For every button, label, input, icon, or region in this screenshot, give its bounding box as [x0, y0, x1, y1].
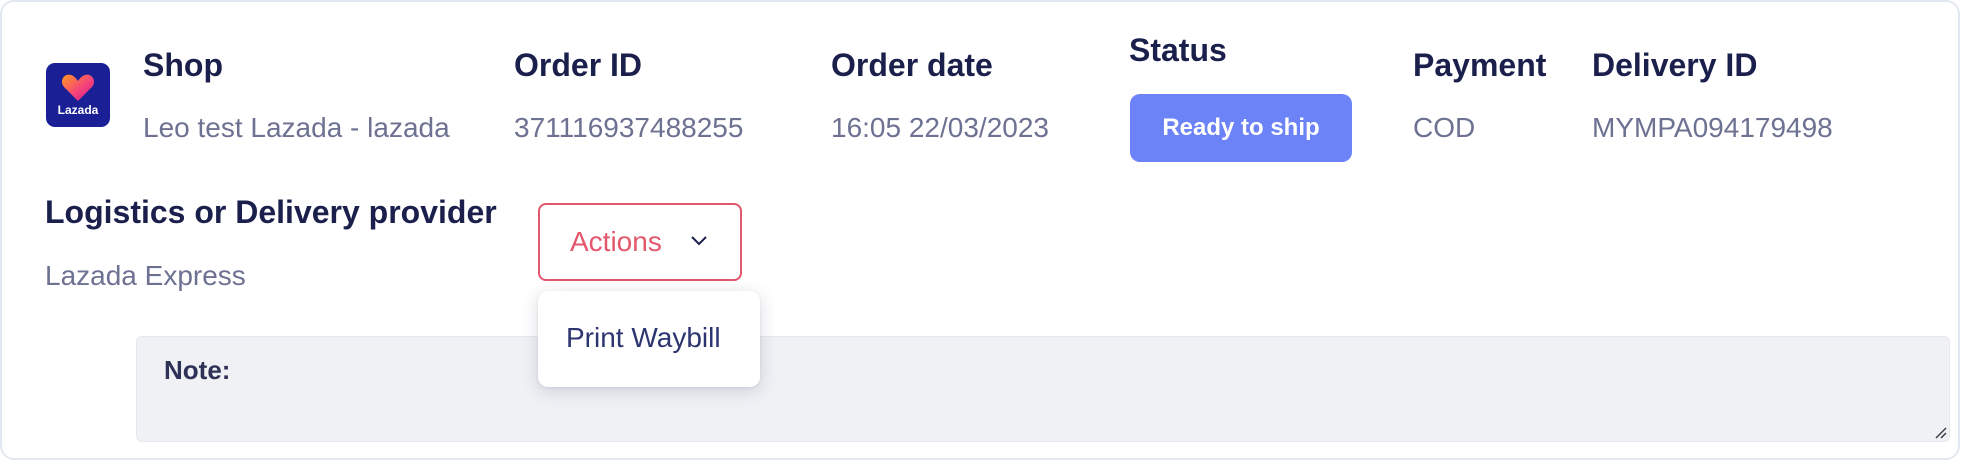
status-badge: Ready to ship	[1130, 94, 1352, 162]
payment-value: COD	[1413, 112, 1476, 143]
logistics-value: Lazada Express	[45, 260, 246, 291]
order-date-value: 16:05 22/03/2023	[831, 112, 1049, 143]
delivery-id-value: MYMPA094179498	[1592, 112, 1833, 143]
note-label: Note:	[164, 355, 231, 385]
menu-item-print-waybill[interactable]: Print Waybill	[566, 322, 721, 354]
order-card: Lazada Shop Leo test Lazada - lazada Ord…	[0, 0, 1960, 460]
actions-dropdown-button[interactable]: Actions	[538, 203, 742, 281]
actions-label: Actions	[570, 226, 662, 257]
note-textarea[interactable]: Note:	[136, 336, 1950, 442]
status-label: Status	[1129, 32, 1227, 68]
shop-label: Shop	[143, 47, 223, 83]
order-id-value: 371116937488255	[514, 112, 744, 143]
shop-value: Leo test Lazada - lazada	[143, 112, 450, 143]
chevron-down-icon	[691, 236, 707, 246]
resize-handle-icon[interactable]	[1933, 425, 1947, 439]
logo-text: Lazada	[57, 103, 99, 117]
order-id-label: Order ID	[514, 47, 643, 83]
heart-icon	[61, 74, 95, 101]
lazada-logo: Lazada	[46, 63, 110, 127]
payment-label: Payment	[1413, 47, 1547, 83]
order-date-label: Order date	[831, 47, 993, 83]
actions-menu: Print Waybill	[538, 291, 760, 387]
delivery-id-label: Delivery ID	[1592, 47, 1758, 83]
logistics-label: Logistics or Delivery provider	[45, 194, 497, 230]
